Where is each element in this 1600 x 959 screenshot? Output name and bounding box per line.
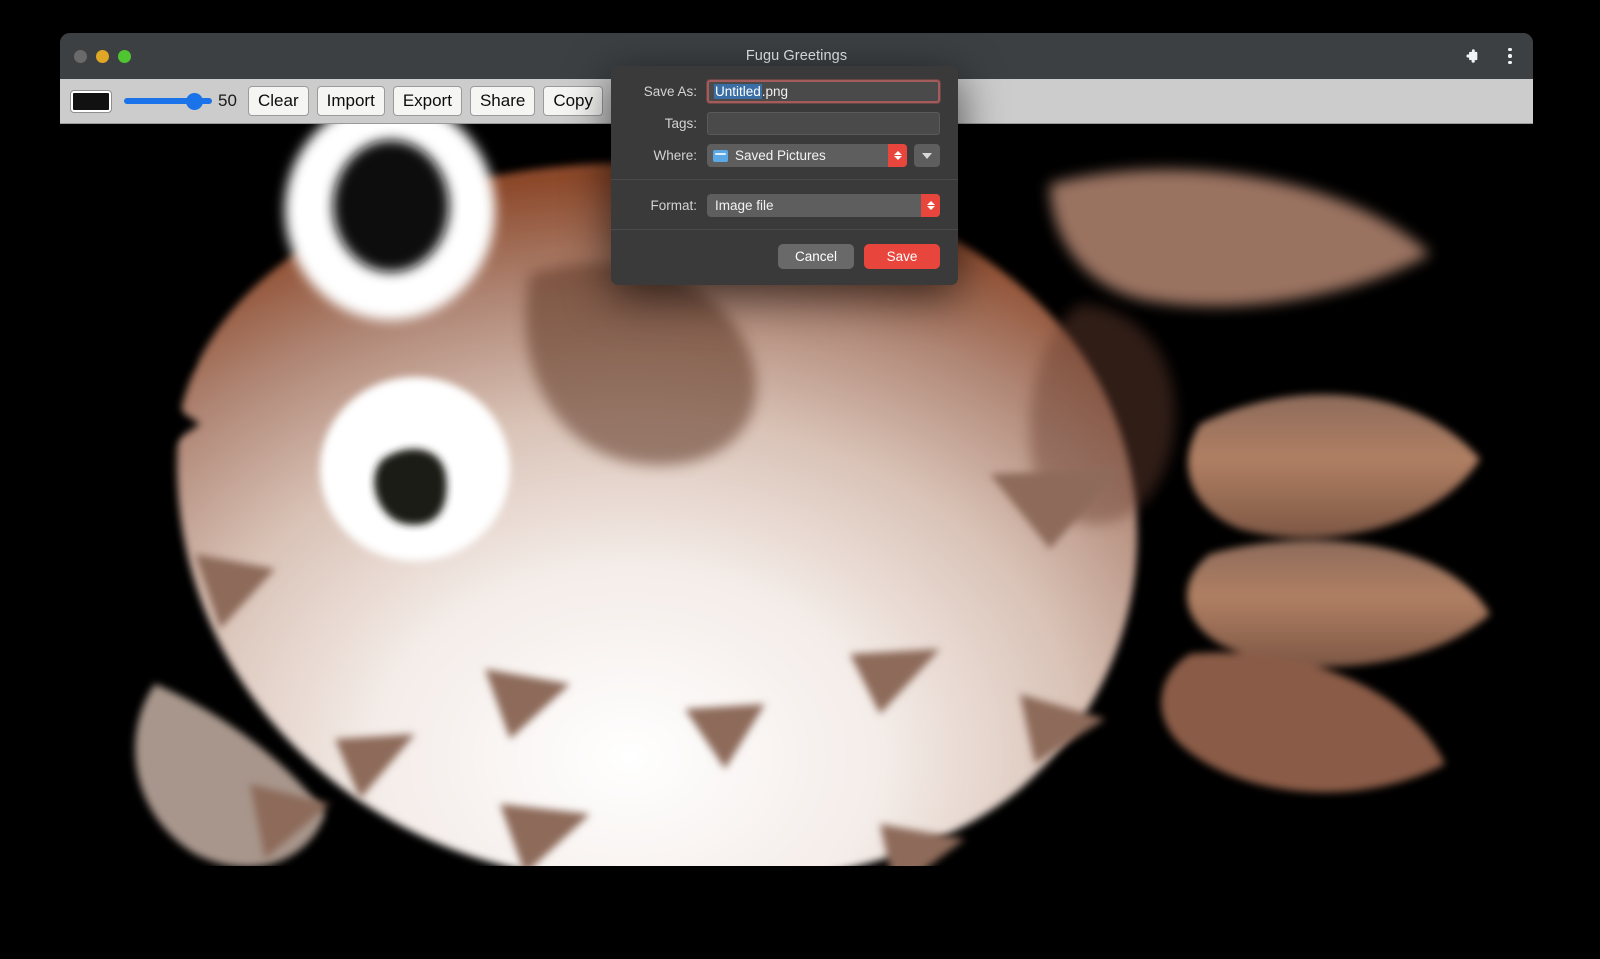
brush-size-slider[interactable] — [124, 91, 212, 111]
format-select[interactable]: Image file — [707, 194, 940, 217]
save-dialog: Save As: Untitled.png Tags: Where: Saved… — [611, 66, 958, 285]
tags-row: Tags: — [629, 112, 940, 135]
titlebar-actions — [1461, 33, 1521, 79]
tags-label: Tags: — [629, 116, 707, 131]
format-row: Format: Image file — [629, 194, 940, 217]
save-as-row: Save As: Untitled.png — [629, 80, 940, 103]
three-dot-menu-icon[interactable] — [1499, 45, 1521, 67]
format-stepper-icon[interactable] — [921, 194, 940, 217]
color-picker-input[interactable] — [70, 90, 112, 113]
chevron-down-icon — [922, 153, 932, 159]
window-title: Fugu Greetings — [60, 48, 1533, 64]
save-as-input[interactable]: Untitled.png — [707, 80, 940, 103]
puzzle-piece-icon[interactable] — [1461, 45, 1483, 67]
slider-value-label: 50 — [218, 91, 240, 111]
where-value: Saved Pictures — [735, 148, 826, 163]
save-as-extension-text: .png — [762, 84, 788, 99]
where-select[interactable]: Saved Pictures — [707, 144, 907, 167]
maximize-window-button[interactable] — [118, 50, 131, 63]
menu-dots — [1508, 48, 1512, 65]
where-label: Where: — [629, 148, 707, 163]
format-section: Format: Image file — [611, 180, 958, 229]
format-value: Image file — [713, 198, 774, 213]
dialog-actions: Cancel Save — [611, 230, 958, 285]
expand-browser-button[interactable] — [914, 144, 940, 167]
folder-icon — [713, 150, 728, 162]
share-button[interactable]: Share — [470, 86, 535, 116]
save-dialog-fields: Save As: Untitled.png Tags: Where: Saved… — [611, 66, 958, 179]
screen: Fugu Greetings 50 — [0, 0, 1600, 959]
tags-input[interactable] — [707, 112, 940, 135]
color-swatch-preview — [73, 93, 109, 110]
import-button[interactable]: Import — [317, 86, 385, 116]
where-stepper-icon[interactable] — [888, 144, 907, 167]
clear-button[interactable]: Clear — [248, 86, 309, 116]
save-as-label: Save As: — [629, 84, 707, 99]
cancel-button[interactable]: Cancel — [778, 244, 854, 269]
minimize-window-button[interactable] — [96, 50, 109, 63]
format-label: Format: — [629, 198, 707, 213]
window-traffic-lights — [74, 50, 131, 63]
slider-thumb[interactable] — [186, 93, 203, 110]
save-as-selected-text: Untitled — [714, 84, 762, 99]
save-confirm-button[interactable]: Save — [864, 244, 940, 269]
where-row: Where: Saved Pictures — [629, 144, 940, 167]
export-button[interactable]: Export — [393, 86, 462, 116]
copy-button[interactable]: Copy — [543, 86, 603, 116]
close-window-button[interactable] — [74, 50, 87, 63]
